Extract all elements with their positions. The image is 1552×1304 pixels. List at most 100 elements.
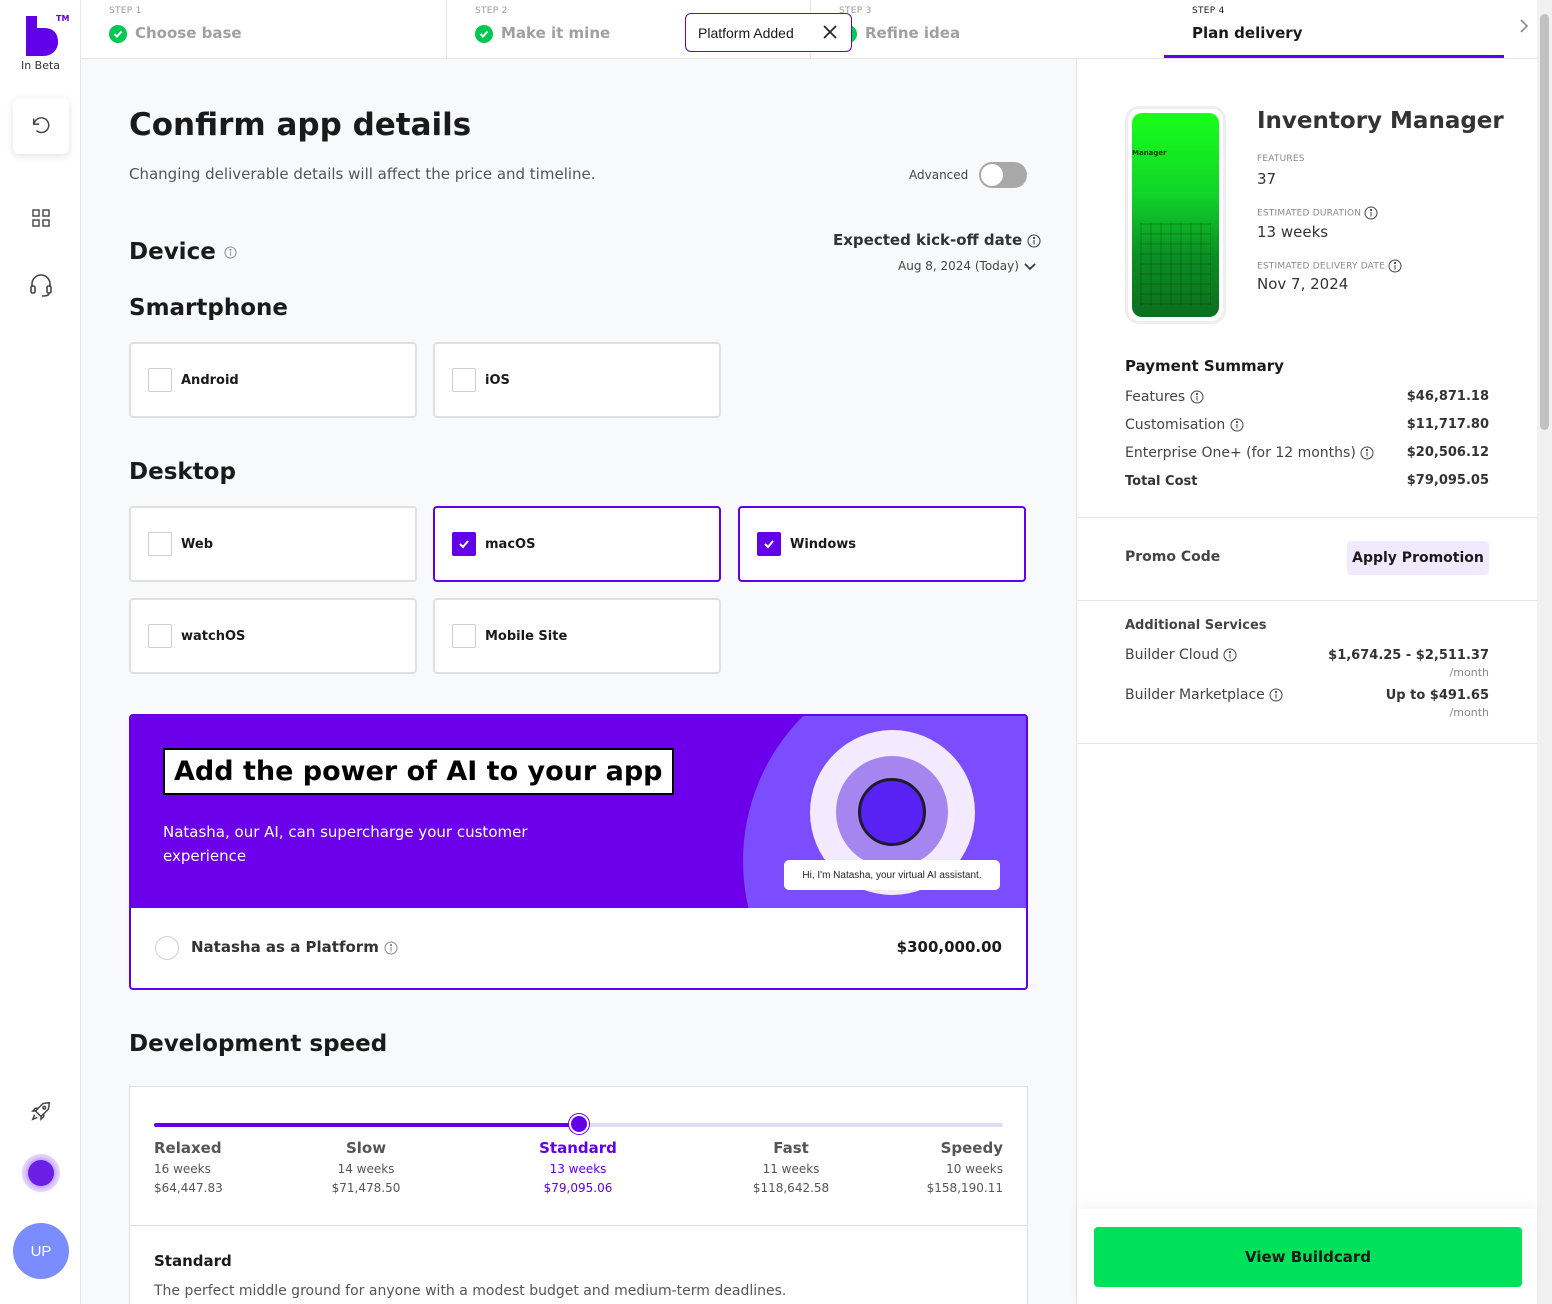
platform-added-toast: Platform Added: [685, 13, 852, 52]
kickoff-date-dropdown[interactable]: Aug 8, 2024 (Today): [898, 259, 1037, 273]
step-number: STEP 4: [1192, 6, 1225, 16]
view-buildcard-button[interactable]: View Buildcard: [1094, 1227, 1522, 1287]
speed-option-slow[interactable]: Slow 14 weeks $71,478.50: [296, 1139, 436, 1195]
service-unit: /month: [1449, 666, 1489, 679]
checkmark-icon: [459, 540, 469, 549]
speed-weeks: 14 weeks: [337, 1162, 395, 1176]
info-icon[interactable]: [384, 941, 398, 955]
checkbox[interactable]: [148, 368, 172, 392]
natasha-orb-icon: [28, 1160, 54, 1186]
check-circle-icon: [475, 25, 493, 43]
delivery-value: Nov 7, 2024: [1257, 275, 1349, 293]
close-icon[interactable]: [821, 23, 839, 41]
cta-footer: View Buildcard: [1077, 1209, 1537, 1304]
check-circle-icon: [109, 25, 127, 43]
app-preview-phone: Manager: [1125, 106, 1226, 324]
option-web[interactable]: Web: [129, 506, 417, 582]
advanced-label: Advanced: [909, 168, 969, 182]
checkbox[interactable]: [452, 368, 476, 392]
summary-panel: Manager Inventory Manager FEATURES 37 ES…: [1076, 59, 1537, 1304]
speed-option-fast[interactable]: Fast 11 weeks $118,642.58: [721, 1139, 861, 1195]
info-icon[interactable]: [1388, 259, 1402, 273]
natasha-platform-radio[interactable]: [155, 936, 179, 960]
info-icon[interactable]: [1364, 206, 1378, 220]
speed-option-speedy[interactable]: Speedy 10 weeks $158,190.11: [863, 1139, 1003, 1195]
ai-banner-title: Add the power of AI to your app: [163, 748, 674, 795]
app-name: Inventory Manager: [1257, 108, 1504, 134]
speed-price: $71,478.50: [331, 1181, 401, 1195]
option-mobile-site[interactable]: Mobile Site: [433, 598, 721, 674]
service-label: Builder Marketplace: [1125, 687, 1265, 703]
info-icon[interactable]: [1360, 446, 1374, 460]
info-icon[interactable]: [1269, 688, 1283, 702]
payment-summary-title: Payment Summary: [1125, 357, 1284, 375]
option-label: Android: [181, 372, 239, 388]
option-watchos[interactable]: watchOS: [129, 598, 417, 674]
toggle-knob: [981, 164, 1003, 186]
payment-label: Customisation: [1125, 417, 1226, 433]
builder-logo[interactable]: [24, 16, 58, 56]
speed-price: $118,642.58: [752, 1181, 830, 1195]
option-ios[interactable]: iOS: [433, 342, 721, 418]
speed-name: Fast: [773, 1139, 809, 1157]
additional-services-title: Additional Services: [1125, 618, 1267, 633]
divider: [1077, 600, 1537, 601]
checkbox[interactable]: [148, 624, 172, 648]
dashboard-button[interactable]: [13, 190, 69, 246]
apply-promotion-button[interactable]: Apply Promotion: [1347, 541, 1489, 575]
info-icon[interactable]: [1223, 648, 1237, 662]
option-label: Mobile Site: [485, 628, 568, 644]
step-choose-base[interactable]: STEP 1 Choose base: [81, 0, 446, 58]
service-price: Up to $491.65: [1385, 688, 1489, 703]
natasha-assistant-button[interactable]: [22, 1154, 60, 1192]
info-icon[interactable]: [1230, 418, 1244, 432]
natasha-platform-price: $300,000.00: [896, 938, 1002, 956]
ai-banner-description: Natasha, our AI, can supercharge your cu…: [163, 823, 528, 865]
speed-weeks: 16 weeks: [154, 1162, 211, 1176]
device-heading: Device: [129, 239, 237, 265]
divider: [130, 1225, 1027, 1226]
rocket-icon: [30, 1102, 50, 1122]
page-title: Confirm app details: [129, 107, 472, 143]
step-number: STEP 1: [109, 6, 142, 16]
checkbox[interactable]: [148, 532, 172, 556]
kickoff-label: Expected kick-off date: [833, 231, 1041, 249]
launch-button[interactable]: [13, 1083, 69, 1139]
toast-text: Platform Added: [698, 24, 794, 41]
checkbox[interactable]: [452, 624, 476, 648]
info-icon[interactable]: [224, 246, 237, 259]
chevron-right-icon[interactable]: [1514, 14, 1534, 38]
checkbox-checked[interactable]: [757, 532, 781, 556]
features-value: 37: [1257, 170, 1277, 188]
option-macos[interactable]: macOS: [433, 506, 721, 582]
kickoff-date-value: Aug 8, 2024 (Today): [898, 259, 1019, 273]
service-builder-marketplace: Builder Marketplace: [1125, 687, 1283, 703]
step-plan-delivery[interactable]: STEP 4 Plan delivery: [1164, 0, 1504, 58]
advanced-toggle[interactable]: [979, 162, 1027, 188]
option-windows[interactable]: Windows: [738, 506, 1026, 582]
user-avatar[interactable]: UP: [13, 1223, 69, 1279]
promo-code-label: Promo Code: [1125, 549, 1221, 565]
support-button[interactable]: [13, 257, 69, 313]
step-refine-idea[interactable]: STEP 3 Refine idea: [811, 0, 1164, 58]
speed-option-standard[interactable]: Standard 13 weeks $79,095.06: [508, 1139, 648, 1195]
desktop-heading: Desktop: [129, 459, 236, 485]
step-label: Make it mine: [501, 24, 611, 42]
divider: [1077, 743, 1537, 744]
delivery-label-text: ESTIMATED DELIVERY DATE: [1257, 261, 1385, 272]
info-icon[interactable]: [1027, 233, 1041, 248]
speed-weeks: 13 weeks: [549, 1162, 607, 1176]
speed-option-relaxed[interactable]: Relaxed 16 weeks $64,447.83: [154, 1139, 294, 1195]
option-label: Windows: [790, 536, 857, 552]
speed-weeks: 11 weeks: [762, 1162, 820, 1176]
info-icon[interactable]: [1190, 390, 1204, 404]
app-preview-screen: Manager: [1132, 113, 1219, 317]
natasha-speech-bubble: Hi, I'm Natasha, your virtual AI assista…: [784, 860, 1000, 890]
speed-slider-thumb[interactable]: [568, 1114, 589, 1134]
scrollbar-thumb[interactable]: [1540, 14, 1549, 430]
option-label: Web: [181, 536, 213, 552]
checkbox-checked[interactable]: [452, 532, 476, 556]
undo-button[interactable]: [13, 98, 69, 154]
option-label: iOS: [485, 372, 510, 388]
option-android[interactable]: Android: [129, 342, 417, 418]
